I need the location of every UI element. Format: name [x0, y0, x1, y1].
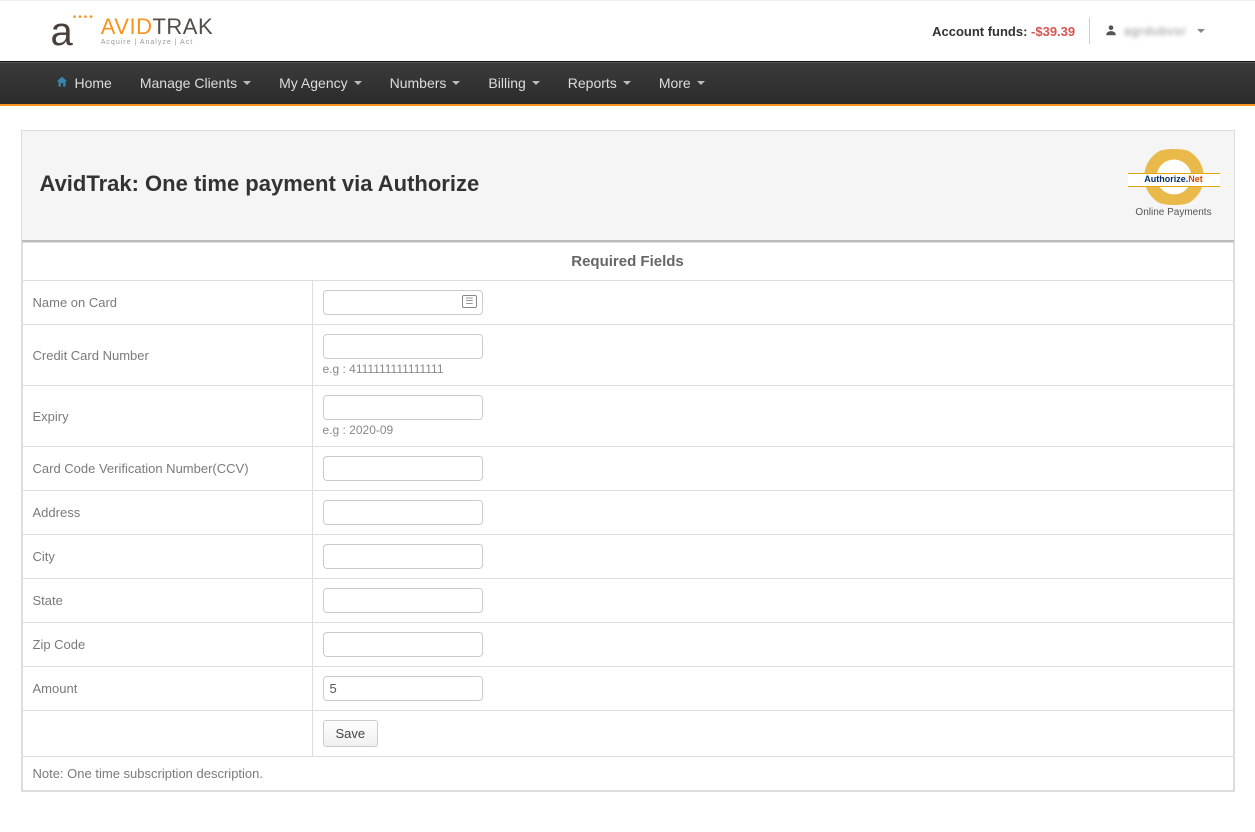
payment-form: Required Fields Name on Card ☰ Credit Ca…	[22, 242, 1234, 791]
divider	[1089, 18, 1090, 44]
label-city: City	[22, 535, 312, 579]
logo-text: AVIDTRAK	[101, 16, 213, 38]
nav-home[interactable]: Home	[41, 62, 126, 104]
row-state: State	[22, 579, 1233, 623]
row-save: Save	[22, 711, 1233, 757]
logo-mark: a	[51, 10, 71, 55]
row-city: City	[22, 535, 1233, 579]
name-on-card-input[interactable]	[323, 290, 483, 315]
amount-input[interactable]	[323, 676, 483, 701]
payment-panel: AvidTrak: One time payment via Authorize…	[21, 130, 1235, 792]
expiry-input[interactable]	[323, 395, 483, 420]
nav-my-agency[interactable]: My Agency	[265, 62, 375, 104]
user-name: agrdubvsr	[1124, 24, 1186, 38]
ccv-input[interactable]	[323, 456, 483, 481]
funds-label: Account funds:	[932, 24, 1031, 39]
chevron-down-icon	[623, 81, 631, 85]
main-nav: Home Manage Clients My Agency Numbers Bi…	[0, 61, 1255, 106]
chevron-down-icon	[532, 81, 540, 85]
credit-card-input[interactable]	[323, 334, 483, 359]
hint-expiry: e.g : 2020-09	[323, 423, 1223, 437]
nav-numbers[interactable]: Numbers	[376, 62, 475, 104]
label-amount: Amount	[22, 667, 312, 711]
nav-billing[interactable]: Billing	[474, 62, 553, 104]
hint-cc: e.g : 4111111111111111	[323, 362, 1223, 376]
user-icon	[1104, 23, 1118, 40]
row-ccv: Card Code Verification Number(CCV)	[22, 447, 1233, 491]
label-zip: Zip Code	[22, 623, 312, 667]
home-icon	[55, 75, 69, 92]
label-address: Address	[22, 491, 312, 535]
page-title: AvidTrak: One time payment via Authorize	[40, 171, 480, 197]
label-expiry: Expiry	[22, 386, 312, 447]
save-button[interactable]: Save	[323, 720, 379, 747]
autofill-icon[interactable]: ☰	[462, 295, 476, 308]
row-address: Address	[22, 491, 1233, 535]
top-bar: a •••• AVIDTRAK Acquire | Analyze | Act …	[41, 1, 1215, 61]
funds-amount: -$39.39	[1031, 24, 1075, 39]
seal-badge-icon: Authorize.Net	[1132, 149, 1216, 205]
label-cc: Credit Card Number	[22, 325, 312, 386]
label-ccv: Card Code Verification Number(CCV)	[22, 447, 312, 491]
chevron-down-icon	[243, 81, 251, 85]
zip-input[interactable]	[323, 632, 483, 657]
row-amount: Amount	[22, 667, 1233, 711]
form-note: Note: One time subscription description.	[22, 757, 1233, 791]
nav-manage-clients[interactable]: Manage Clients	[126, 62, 265, 104]
user-menu[interactable]: agrdubvsr	[1104, 23, 1204, 40]
section-title: Required Fields	[22, 243, 1233, 281]
chevron-down-icon	[697, 81, 705, 85]
row-expiry: Expiry e.g : 2020-09	[22, 386, 1233, 447]
nav-more[interactable]: More	[645, 62, 719, 104]
row-zip: Zip Code	[22, 623, 1233, 667]
row-note: Note: One time subscription description.	[22, 757, 1233, 791]
panel-header: AvidTrak: One time payment via Authorize…	[22, 131, 1234, 242]
account-funds: Account funds: -$39.39	[932, 24, 1075, 39]
label-name: Name on Card	[22, 281, 312, 325]
chevron-down-icon	[452, 81, 460, 85]
row-cc: Credit Card Number e.g : 411111111111111…	[22, 325, 1233, 386]
state-input[interactable]	[323, 588, 483, 613]
chevron-down-icon	[354, 81, 362, 85]
brand-logo[interactable]: a •••• AVIDTRAK Acquire | Analyze | Act	[51, 9, 214, 54]
seal-caption: Online Payments	[1132, 207, 1216, 218]
top-right: Account funds: -$39.39 agrdubvsr	[932, 18, 1204, 44]
logo-tagline: Acquire | Analyze | Act	[101, 39, 213, 46]
chevron-down-icon	[1197, 29, 1205, 33]
nav-reports[interactable]: Reports	[554, 62, 645, 104]
authorize-net-seal[interactable]: Authorize.Net Online Payments	[1132, 149, 1216, 218]
city-input[interactable]	[323, 544, 483, 569]
row-name: Name on Card ☰	[22, 281, 1233, 325]
nav-home-label: Home	[75, 75, 112, 91]
logo-dots-icon: ••••	[73, 12, 95, 23]
address-input[interactable]	[323, 500, 483, 525]
label-state: State	[22, 579, 312, 623]
